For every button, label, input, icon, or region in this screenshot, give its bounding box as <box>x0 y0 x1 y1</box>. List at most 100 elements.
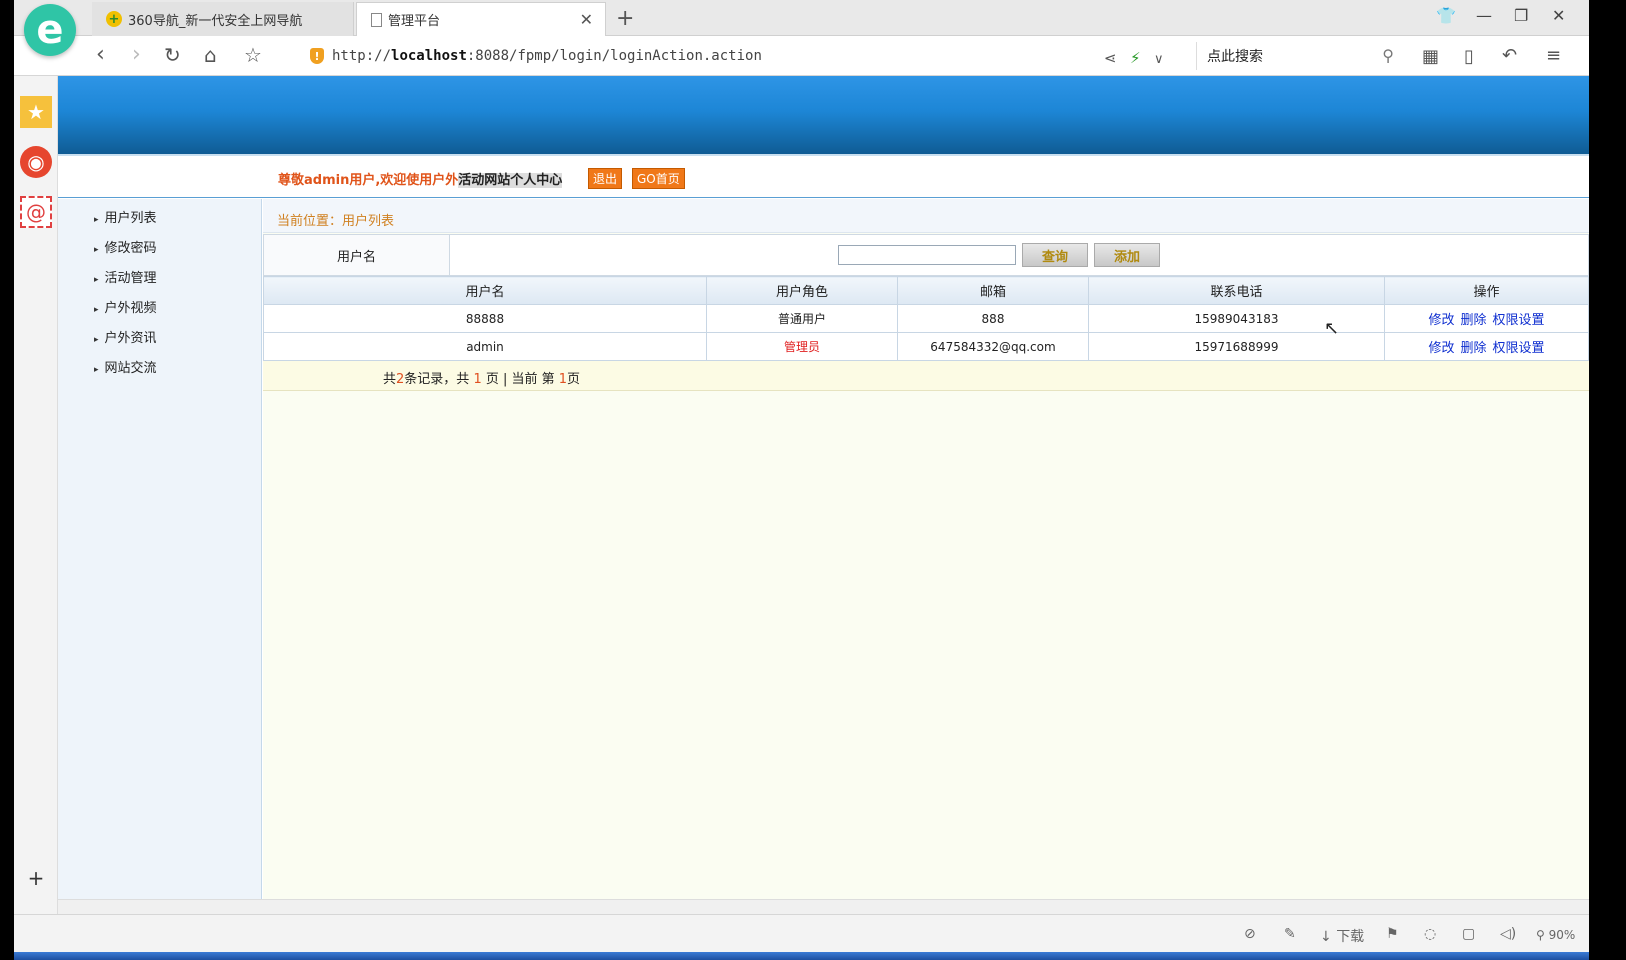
permissions-link[interactable]: 权限设置 <box>1493 341 1545 356</box>
delete-link[interactable]: 删除 <box>1460 313 1486 328</box>
cell-email: 647584332@qq.com <box>897 332 1089 361</box>
column-header-username: 用户名 <box>263 276 707 305</box>
accelerate-icon[interactable]: ⊘ <box>1244 926 1256 942</box>
status-bar: ⊘ ✎ ↓ 下载 ⚑ ◌ ▢ ◁) ⚲ 90% <box>14 914 1589 952</box>
page-icon <box>371 12 382 27</box>
nav-item-change-password[interactable]: 修改密码 <box>94 237 157 256</box>
permissions-link[interactable]: 权限设置 <box>1493 313 1545 328</box>
bookmark-star-icon[interactable]: ☆ <box>244 44 262 66</box>
edit-link[interactable]: 修改 <box>1428 313 1454 328</box>
zoom-control[interactable]: ⚲ 90% <box>1536 928 1575 942</box>
address-bar[interactable]: ! http://localhost:8088/fpmp/login/login… <box>310 44 1190 68</box>
home-icon[interactable]: ⌂ <box>204 44 217 66</box>
query-button[interactable]: 查询 <box>1022 243 1088 267</box>
logout-button[interactable]: 退出 <box>588 168 623 189</box>
minimize-icon[interactable]: — <box>1476 6 1492 25</box>
current-page: 1 <box>558 372 568 387</box>
nav-item-activity-management[interactable]: 活动管理 <box>94 267 157 286</box>
search-placeholder: 点此搜索 <box>1207 49 1263 65</box>
window-icon[interactable]: ▢ <box>1462 926 1475 942</box>
delete-link[interactable]: 删除 <box>1460 341 1486 356</box>
favorites-star-icon[interactable]: ★ <box>20 96 52 128</box>
mouse-cursor-icon: ↖ <box>1324 318 1340 339</box>
cell-phone: 15971688999 <box>1088 332 1385 361</box>
new-tab-icon[interactable]: + <box>616 6 634 31</box>
download-button[interactable]: ↓ 下载 <box>1320 926 1364 946</box>
restore-icon[interactable]: ❐ <box>1514 6 1528 25</box>
menu-icon[interactable]: ≡ <box>1546 45 1561 67</box>
os-taskbar <box>14 952 1589 960</box>
tab-label: 管理平台 <box>388 14 441 29</box>
tab-strip: e + 360导航_新一代安全上网导航 管理平台 ✕ + 👕 — ❐ ✕ <box>14 0 1589 56</box>
browser-logo-icon[interactable]: e <box>24 4 76 56</box>
mail-icon[interactable]: @ <box>20 196 52 228</box>
cell-username: admin <box>263 332 707 361</box>
column-header-email: 邮箱 <box>897 276 1089 305</box>
sound-icon[interactable]: ◁) <box>1500 926 1516 942</box>
column-header-phone: 联系电话 <box>1088 276 1385 305</box>
go-home-button[interactable]: GO首页 <box>632 168 685 189</box>
search-filter: 用户名 查询 添加 <box>263 234 1589 276</box>
nav-item-outdoor-video[interactable]: 户外视频 <box>94 297 157 316</box>
zoom-level: 90% <box>1548 928 1576 942</box>
tab-label: 360导航_新一代安全上网导航 <box>128 13 303 29</box>
download-label: 下载 <box>1336 929 1365 945</box>
welcome-message: 尊敬admin用户,欢迎使用户外活动网站个人中心 <box>278 173 563 188</box>
cell-email: 888 <box>897 304 1089 333</box>
nav-item-user-list[interactable]: 用户列表 <box>94 207 157 226</box>
ie-mode-icon[interactable]: ◌ <box>1424 926 1436 942</box>
chevron-down-icon[interactable]: ∨ <box>1154 49 1164 71</box>
screen-border-left <box>0 0 14 960</box>
browser-sidebar: ★ ◉ @ + <box>14 76 58 914</box>
url-text: http://localhost:8088/fpmp/login/loginAc… <box>332 48 762 64</box>
cell-phone: 15989043183 <box>1088 304 1385 333</box>
username-search-input[interactable] <box>838 245 1016 265</box>
tab-admin-platform[interactable]: 管理平台 ✕ <box>356 2 606 36</box>
search-box[interactable]: 点此搜索 ⚲ <box>1196 42 1402 70</box>
screen-border-right <box>1589 0 1626 960</box>
security-shield-icon[interactable]: ! <box>310 48 324 64</box>
add-button[interactable]: 添加 <box>1094 243 1160 267</box>
browser-window: e + 360导航_新一代安全上网导航 管理平台 ✕ + 👕 — ❐ ✕ ‹ ›… <box>14 0 1589 952</box>
nav-item-site-forum[interactable]: 网站交流 <box>94 357 157 376</box>
welcome-bar: 尊敬admin用户,欢迎使用户外活动网站个人中心 退出 GO首页 <box>58 156 1589 198</box>
share-icon[interactable]: ⋖ <box>1104 47 1117 69</box>
speed-mode-icon[interactable]: ⚡ <box>1130 47 1141 69</box>
site-banner <box>58 76 1589 156</box>
nav-item-outdoor-news[interactable]: 户外资讯 <box>94 327 157 346</box>
cell-actions: 修改 删除 权限设置 <box>1384 332 1589 361</box>
edit-link[interactable]: 修改 <box>1428 341 1454 356</box>
horizontal-scrollbar[interactable] <box>58 899 1589 914</box>
table-header-row: 用户名 用户角色 邮箱 联系电话 操作 <box>263 276 1589 305</box>
cell-role: 管理员 <box>706 332 898 361</box>
forward-icon[interactable]: › <box>132 44 141 66</box>
flag-icon[interactable]: ⚑ <box>1386 926 1399 942</box>
cell-username: 88888 <box>263 304 707 333</box>
main-content: 当前位置：用户列表 用户名 查询 添加 用户名 用户角色 邮箱 联系电话 操作 <box>263 199 1589 914</box>
weibo-icon[interactable]: ◉ <box>20 146 52 178</box>
column-header-actions: 操作 <box>1384 276 1589 305</box>
pin-icon[interactable]: ✎ <box>1284 926 1296 942</box>
left-nav: 用户列表 修改密码 活动管理 户外视频 户外资讯 网站交流 <box>58 199 262 914</box>
cell-actions: 修改 删除 权限设置 <box>1384 304 1589 333</box>
breadcrumb: 当前位置：用户列表 <box>263 199 1589 233</box>
username-filter-label: 用户名 <box>264 235 450 275</box>
back-icon[interactable]: ‹ <box>96 44 105 66</box>
apps-grid-icon[interactable]: ▦ <box>1422 46 1439 68</box>
360-icon: + <box>106 11 122 27</box>
close-tab-icon[interactable]: ✕ <box>580 10 593 29</box>
table-row: 88888 普通用户 888 15989043183 修改 删除 权限设置 <box>263 304 1589 333</box>
undo-icon[interactable]: ↶ <box>1502 45 1517 67</box>
user-table: 用户名 用户角色 邮箱 联系电话 操作 88888 普通用户 888 15989… <box>263 276 1589 361</box>
refresh-icon[interactable]: ↻ <box>164 44 181 66</box>
page-count: 1 <box>473 372 482 387</box>
table-row: admin 管理员 647584332@qq.com 15971688999 修… <box>263 332 1589 361</box>
add-sidebar-icon[interactable]: + <box>20 862 52 894</box>
search-icon[interactable]: ⚲ <box>1382 46 1394 65</box>
navigation-bar: ‹ › ↻ ⌂ ☆ ! http://localhost:8088/fpmp/l… <box>14 36 1589 76</box>
close-window-icon[interactable]: ✕ <box>1552 6 1565 25</box>
pagination-info: 共2条记录，共 1 页 | 当前 第 1页 <box>263 361 1589 391</box>
tab-360-nav[interactable]: + 360导航_新一代安全上网导航 <box>92 2 354 36</box>
skin-icon[interactable]: 👕 <box>1436 6 1456 25</box>
reading-icon[interactable]: ▯ <box>1464 46 1474 68</box>
